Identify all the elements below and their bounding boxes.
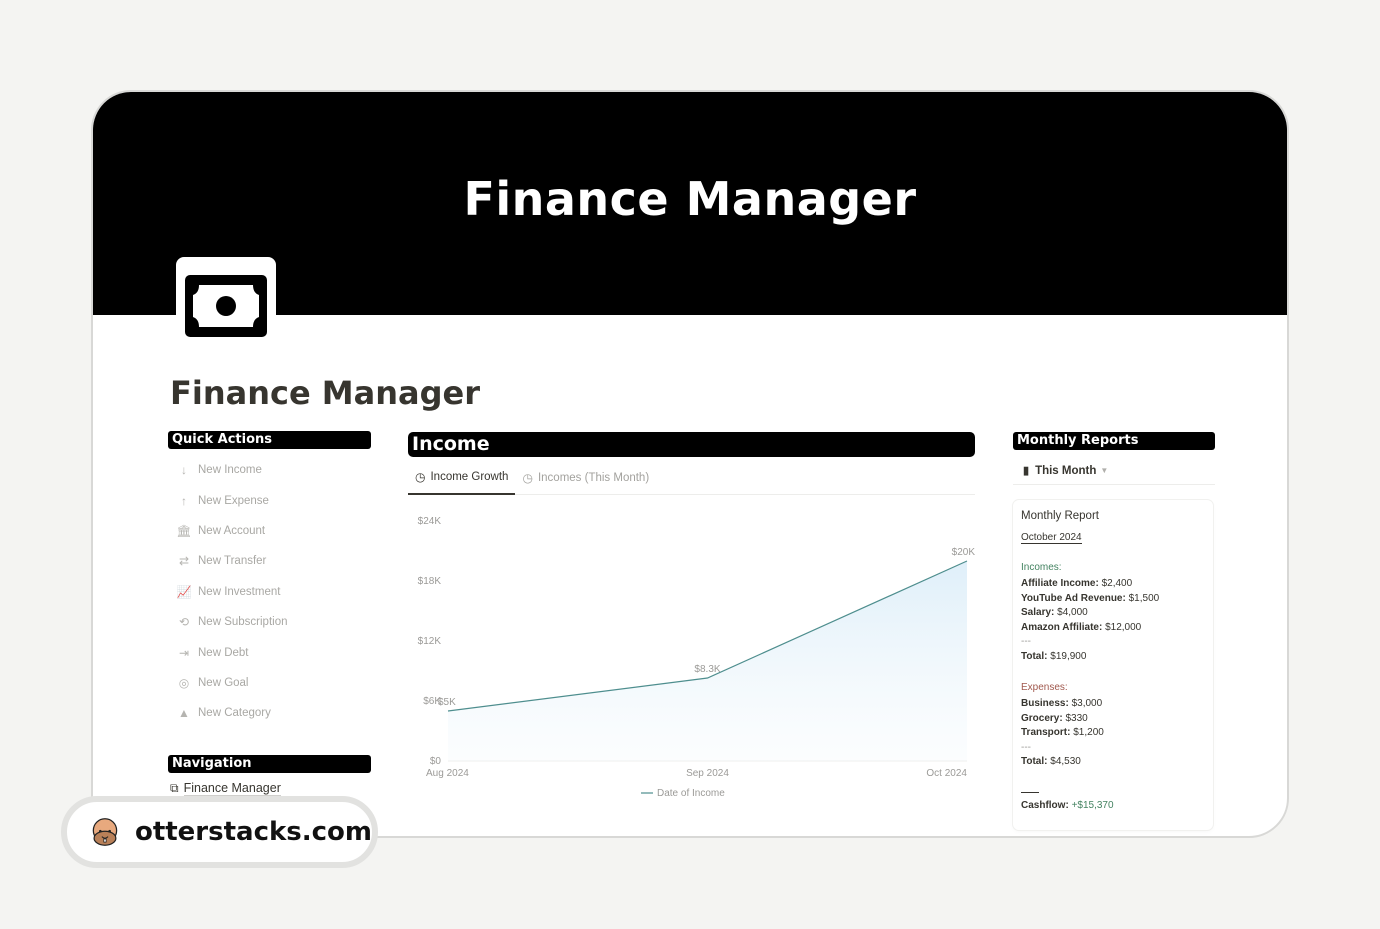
button-label: New Account [198, 524, 266, 537]
page-link-icon: ⧉ [170, 781, 179, 795]
new-investment-button[interactable]: 📈 New Investment [168, 577, 378, 607]
new-goal-button[interactable]: ◎ New Goal [168, 668, 378, 698]
tab-label: Income Growth [430, 470, 509, 483]
report-month[interactable]: October 2024 [1021, 532, 1082, 544]
incomes-total: Total: $19,900 [1021, 650, 1087, 662]
expense-line-item: Grocery: $330 [1021, 712, 1088, 724]
watermark-site: otterstacks.com [134, 817, 372, 847]
transfer-icon: ⇄ [178, 554, 190, 569]
income-line-item: Salary: $4,000 [1021, 607, 1088, 618]
button-label: New Expense [198, 494, 269, 507]
legend-label: Date of Income [657, 788, 725, 799]
page-window: Finance Manager Finance Manager Quick Ac… [91, 90, 1289, 838]
data-label: $5K [438, 697, 456, 708]
new-category-button[interactable]: ▲ New Category [168, 698, 378, 728]
data-label: $20K [952, 547, 975, 558]
chevron-down-icon: ▼ [1100, 466, 1109, 475]
y-tick-label: $18K [418, 576, 442, 587]
y-tick-label: $12K [418, 636, 442, 647]
view-label: This Month [1035, 464, 1097, 477]
y-tick-label: $0 [430, 756, 442, 767]
button-label: New Subscription [198, 616, 288, 629]
watermark-badge: otterstacks.com [61, 796, 378, 868]
button-label: New Category [198, 707, 271, 720]
x-tick-label: Aug 2024 [426, 768, 469, 779]
new-debt-button[interactable]: ⇥ New Debt [168, 637, 378, 667]
expenses-total: Total: $4,530 [1021, 756, 1081, 767]
cashflow: Cashflow: +$15,370 [1021, 799, 1114, 811]
expense-line-item: Transport: $1,200 [1021, 727, 1104, 738]
quick-actions-list: ↓ New Income ↑ New Expense 🏛 New Account ⇄ N… [168, 455, 378, 729]
x-tick-label: Oct 2024 [926, 768, 967, 779]
income-header: Income [408, 432, 975, 457]
separator: --- [1021, 636, 1031, 647]
income-line-item: Affiliate Income: $2,400 [1021, 578, 1133, 589]
nav-link-finance-manager[interactable]: ⧉ Finance Manager [170, 781, 281, 796]
divider [1021, 791, 1039, 793]
button-label: New Income [198, 464, 262, 477]
incomes-label: Incomes: [1021, 562, 1062, 573]
chart-icon: 📈 [176, 584, 192, 599]
shapes-icon: ▲ [178, 706, 190, 721]
income-growth-chart: $0$6K$12K$18K$24K$5K$8.3K$20KAug 2024 Sep… [418, 516, 975, 799]
repeat-icon: ⟲ [178, 615, 190, 630]
new-account-button[interactable]: 🏛 New Account [168, 516, 378, 546]
arrow-down-icon: ↓ [181, 463, 187, 478]
new-transfer-button[interactable]: ⇄ New Transfer [168, 546, 378, 576]
income-line-item: Amazon Affiliate: $12,000 [1021, 621, 1142, 633]
data-label: $8.3K [694, 664, 720, 675]
x-tick-label: Sep 2024 [686, 768, 729, 779]
series-area [448, 561, 967, 761]
income-line-item: YouTube Ad Revenue: $1,500 [1021, 592, 1160, 604]
arrow-up-icon: ↑ [181, 493, 187, 508]
bank-icon: 🏛 [176, 523, 192, 538]
button-label: New Goal [198, 676, 249, 689]
tab-income-growth[interactable]: ◷ Income Growth [408, 460, 516, 495]
chart-view-icon: ◷ [522, 470, 533, 485]
otter-icon [92, 818, 118, 846]
expense-line-item: Business: $3,000 [1021, 698, 1103, 709]
button-label: New Investment [198, 585, 281, 598]
tab-incomes-this-month[interactable]: ◷ Incomes (This Month) [515, 460, 656, 495]
chart-view-icon: ◷ [415, 469, 426, 484]
report-title: Monthly Report [1021, 510, 1099, 522]
quick-actions-header: Quick Actions [168, 431, 371, 449]
button-label: New Debt [198, 646, 249, 659]
page-title: Finance Manager [170, 374, 480, 412]
y-tick-label: $24K [418, 516, 442, 527]
document-icon: ▮ [1023, 465, 1030, 477]
expenses-label: Expenses: [1021, 682, 1068, 693]
cover-title: Finance Manager [463, 172, 917, 226]
new-expense-button[interactable]: ↑ New Expense [168, 485, 378, 515]
nav-link-label: Finance Manager [183, 781, 281, 796]
monthly-report-card[interactable]: Monthly Report October 2024 Incomes: Aff… [1013, 500, 1213, 830]
new-subscription-button[interactable]: ⟲ New Subscription [168, 607, 378, 637]
new-income-button[interactable]: ↓ New Income [168, 455, 378, 485]
view-selector[interactable]: ▮ This Month ▼ [1013, 457, 1215, 485]
navigation-header: Navigation [168, 755, 371, 773]
income-tabs: ◷ Income Growth ◷ Incomes (This Month) [408, 460, 975, 495]
button-label: New Transfer [198, 555, 267, 568]
exit-icon: ⇥ [178, 645, 190, 660]
target-icon: ◎ [178, 675, 190, 690]
separator: --- [1021, 741, 1031, 753]
monthly-reports-header: Monthly Reports [1013, 432, 1215, 450]
banknote-icon[interactable] [176, 257, 276, 347]
tab-label: Incomes (This Month) [537, 471, 650, 484]
